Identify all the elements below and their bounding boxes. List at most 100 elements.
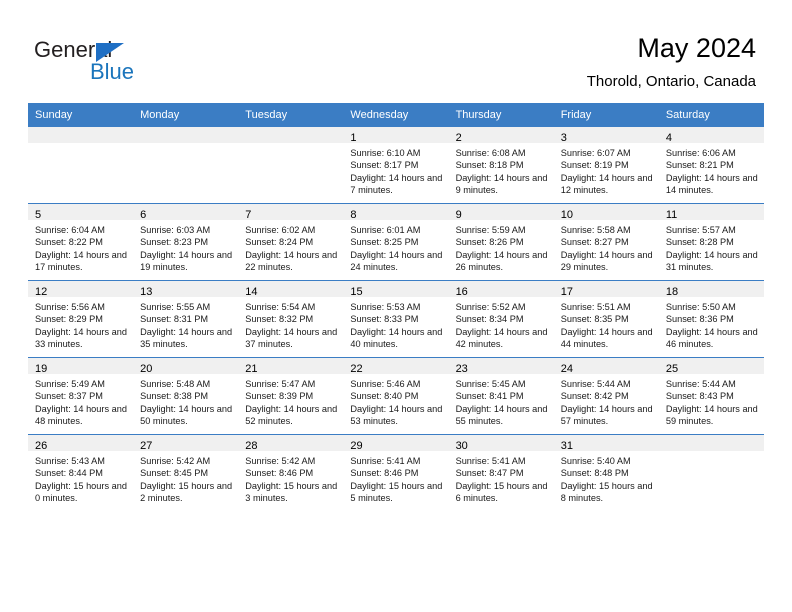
sunset-text: Sunset: 8:37 PM xyxy=(35,391,103,402)
sunset-text: Sunset: 8:19 PM xyxy=(560,160,629,171)
daylight-text: Daylight: 14 hours and 52 minutes. xyxy=(245,403,338,427)
calendar-cell-inner xyxy=(28,127,134,203)
calendar-cell-day[interactable]: 13 Sunrise: 5:55 AM Sunset: 8:31 PM Dayligh… xyxy=(133,280,239,358)
day-number: 19 xyxy=(35,363,48,375)
calendar-cell-day[interactable]: 12 Sunrise: 5:56 AM Sunset: 8:29 PM Dayligh… xyxy=(28,280,134,358)
day-number: 10 xyxy=(560,209,573,221)
calendar-cell-inner: 27 Sunrise: 5:42 AM Sunset: 8:45 PM Dayligh… xyxy=(133,435,239,511)
daylight-text: Daylight: 14 hours and 19 minutes. xyxy=(140,249,233,273)
sunset-text: Sunset: 8:33 PM xyxy=(350,314,419,325)
general-blue-logo[interactable]: General Blue xyxy=(34,38,174,86)
calendar-cell-day[interactable]: 2 Sunrise: 6:08 AM Sunset: 8:18 PM Daylight… xyxy=(448,126,554,204)
calendar-cell-inner: 9 Sunrise: 5:59 AM Sunset: 8:26 PM Daylight… xyxy=(448,204,554,280)
title-block: May 2024 Thorold, Ontario, Canada xyxy=(587,32,756,92)
day-details: Sunrise: 5:50 AM Sunset: 8:36 PM Daylight:… xyxy=(659,297,764,351)
sunrise-text: Sunrise: 5:53 AM xyxy=(350,302,421,312)
calendar-cell-day[interactable]: 23 Sunrise: 5:45 AM Sunset: 8:41 PM Dayligh… xyxy=(448,357,554,435)
calendar-cell-day[interactable]: 9 Sunrise: 5:59 AM Sunset: 8:26 PM Daylight… xyxy=(448,203,554,281)
daylight-text: Daylight: 14 hours and 14 minutes. xyxy=(665,172,758,196)
logo-text-blue: Blue xyxy=(90,59,135,84)
calendar-cell-day[interactable]: 4 Sunrise: 6:06 AM Sunset: 8:21 PM Daylight… xyxy=(658,126,764,204)
day-details: Sunrise: 5:56 AM Sunset: 8:29 PM Daylight:… xyxy=(28,297,133,351)
calendar-cell-day[interactable]: 11 Sunrise: 5:57 AM Sunset: 8:28 PM Dayligh… xyxy=(658,203,764,281)
day-number: 29 xyxy=(350,440,363,452)
day-details: Sunrise: 5:40 AM Sunset: 8:48 PM Daylight:… xyxy=(554,451,659,505)
calendar-cell-inner: 8 Sunrise: 6:01 AM Sunset: 8:25 PM Daylight… xyxy=(343,204,449,280)
sunrise-text: Sunrise: 5:44 AM xyxy=(665,379,736,389)
sunrise-text: Sunrise: 5:58 AM xyxy=(560,225,631,235)
day-number-band: 14 xyxy=(238,281,344,298)
calendar-cell-day[interactable]: 28 Sunrise: 5:42 AM Sunset: 8:46 PM Dayligh… xyxy=(238,434,344,511)
calendar-cell-day[interactable]: 10 Sunrise: 5:58 AM Sunset: 8:27 PM Dayligh… xyxy=(553,203,659,281)
sunset-text: Sunset: 8:47 PM xyxy=(455,468,524,479)
day-number-band: 17 xyxy=(553,281,659,298)
daylight-text: Daylight: 15 hours and 3 minutes. xyxy=(245,480,338,504)
day-details: Sunrise: 5:43 AM Sunset: 8:44 PM Daylight:… xyxy=(28,451,133,505)
calendar-cell-day[interactable]: 26 Sunrise: 5:43 AM Sunset: 8:44 PM Dayligh… xyxy=(28,434,134,511)
calendar-cell-inner: 12 Sunrise: 5:56 AM Sunset: 8:29 PM Dayligh… xyxy=(28,281,134,357)
calendar-cell-day[interactable]: 17 Sunrise: 5:51 AM Sunset: 8:35 PM Dayligh… xyxy=(553,280,659,358)
day-number: 1 xyxy=(350,132,357,144)
calendar-cell-day[interactable]: 22 Sunrise: 5:46 AM Sunset: 8:40 PM Dayligh… xyxy=(343,357,449,435)
calendar-cell-day[interactable]: 27 Sunrise: 5:42 AM Sunset: 8:45 PM Dayligh… xyxy=(133,434,239,511)
sunrise-text: Sunrise: 6:06 AM xyxy=(665,148,736,158)
page-header: General Blue May 2024 Thorold, Ontario, … xyxy=(0,0,792,103)
calendar-cell-empty xyxy=(238,126,344,204)
day-number-band: 29 xyxy=(343,435,449,452)
calendar-cell-day[interactable]: 19 Sunrise: 5:49 AM Sunset: 8:37 PM Dayligh… xyxy=(28,357,134,435)
sunset-text: Sunset: 8:25 PM xyxy=(350,237,419,248)
calendar-cell-day[interactable]: 14 Sunrise: 5:54 AM Sunset: 8:32 PM Dayligh… xyxy=(238,280,344,358)
sunrise-text: Sunrise: 5:44 AM xyxy=(560,379,631,389)
calendar-cell-day[interactable]: 16 Sunrise: 5:52 AM Sunset: 8:34 PM Dayligh… xyxy=(448,280,554,358)
daylight-text: Daylight: 14 hours and 35 minutes. xyxy=(140,326,233,350)
day-number-band: 22 xyxy=(343,358,449,375)
calendar-body: 1 Sunrise: 6:10 AM Sunset: 8:17 PM Daylight… xyxy=(28,126,764,511)
sunrise-text: Sunrise: 5:49 AM xyxy=(35,379,105,389)
day-number-band: 18 xyxy=(658,281,764,298)
sunset-text: Sunset: 8:31 PM xyxy=(140,314,209,325)
calendar-cell-day[interactable]: 5 Sunrise: 6:04 AM Sunset: 8:22 PM Daylight… xyxy=(28,203,134,281)
sunrise-text: Sunrise: 5:48 AM xyxy=(140,379,211,389)
calendar-cell-inner: 26 Sunrise: 5:43 AM Sunset: 8:44 PM Dayligh… xyxy=(28,435,134,511)
sunset-text: Sunset: 8:38 PM xyxy=(140,391,209,402)
day-number: 11 xyxy=(665,209,678,221)
calendar-cell-inner: 24 Sunrise: 5:44 AM Sunset: 8:42 PM Dayligh… xyxy=(553,358,659,434)
day-number-band: 15 xyxy=(343,281,449,298)
daylight-text: Daylight: 14 hours and 59 minutes. xyxy=(665,403,758,427)
day-details: Sunrise: 6:07 AM Sunset: 8:19 PM Daylight:… xyxy=(554,143,659,197)
calendar-cell-inner xyxy=(133,127,239,203)
day-number: 25 xyxy=(665,363,679,375)
calendar-cell-day[interactable]: 3 Sunrise: 6:07 AM Sunset: 8:19 PM Daylight… xyxy=(553,126,659,204)
calendar-cell-day[interactable]: 7 Sunrise: 6:02 AM Sunset: 8:24 PM Daylight… xyxy=(238,203,344,281)
calendar-cell-day[interactable]: 6 Sunrise: 6:03 AM Sunset: 8:23 PM Daylight… xyxy=(133,203,239,281)
day-number-band: 27 xyxy=(133,435,239,452)
calendar-cell-day[interactable]: 31 Sunrise: 5:40 AM Sunset: 8:48 PM Dayligh… xyxy=(553,434,659,511)
calendar-cell-day[interactable]: 8 Sunrise: 6:01 AM Sunset: 8:25 PM Daylight… xyxy=(343,203,449,281)
calendar-cell-day[interactable]: 29 Sunrise: 5:41 AM Sunset: 8:46 PM Dayligh… xyxy=(343,434,449,511)
day-number: 12 xyxy=(35,286,48,298)
sunrise-text: Sunrise: 6:10 AM xyxy=(350,148,421,158)
calendar-cell-day[interactable]: 30 Sunrise: 5:41 AM Sunset: 8:47 PM Dayligh… xyxy=(448,434,554,511)
calendar-cell-day[interactable]: 25 Sunrise: 5:44 AM Sunset: 8:43 PM Dayligh… xyxy=(658,357,764,435)
sunset-text: Sunset: 8:43 PM xyxy=(665,391,734,402)
weekday-header-monday: Monday xyxy=(133,103,239,127)
day-number-band: 23 xyxy=(448,358,554,375)
calendar-cell-day[interactable]: 18 Sunrise: 5:50 AM Sunset: 8:36 PM Dayligh… xyxy=(658,280,764,358)
weekday-header-sunday: Sunday xyxy=(28,103,134,127)
calendar-cell-day[interactable]: 1 Sunrise: 6:10 AM Sunset: 8:17 PM Daylight… xyxy=(343,126,449,204)
daylight-text: Daylight: 14 hours and 9 minutes. xyxy=(455,172,548,196)
calendar-cell-inner: 30 Sunrise: 5:41 AM Sunset: 8:47 PM Dayligh… xyxy=(448,435,554,511)
calendar-page: General Blue May 2024 Thorold, Ontario, … xyxy=(0,0,792,612)
page-subtitle: Thorold, Ontario, Canada xyxy=(586,73,756,90)
sunset-text: Sunset: 8:42 PM xyxy=(560,391,629,402)
calendar-cell-day[interactable]: 24 Sunrise: 5:44 AM Sunset: 8:42 PM Dayligh… xyxy=(553,357,659,435)
calendar-cell-day[interactable]: 21 Sunrise: 5:47 AM Sunset: 8:39 PM Dayligh… xyxy=(238,357,344,435)
day-details: Sunrise: 5:44 AM Sunset: 8:42 PM Daylight:… xyxy=(554,374,659,428)
sunset-text: Sunset: 8:26 PM xyxy=(455,237,524,248)
calendar-cell-day[interactable]: 20 Sunrise: 5:48 AM Sunset: 8:38 PM Dayligh… xyxy=(133,357,239,435)
day-number: 6 xyxy=(140,209,147,221)
calendar-cell-day[interactable]: 15 Sunrise: 5:53 AM Sunset: 8:33 PM Dayligh… xyxy=(343,280,449,358)
sunrise-text: Sunrise: 6:01 AM xyxy=(350,225,421,235)
day-number-band xyxy=(28,127,134,143)
calendar-week-row: 26 Sunrise: 5:43 AM Sunset: 8:44 PM Dayligh… xyxy=(28,434,764,511)
